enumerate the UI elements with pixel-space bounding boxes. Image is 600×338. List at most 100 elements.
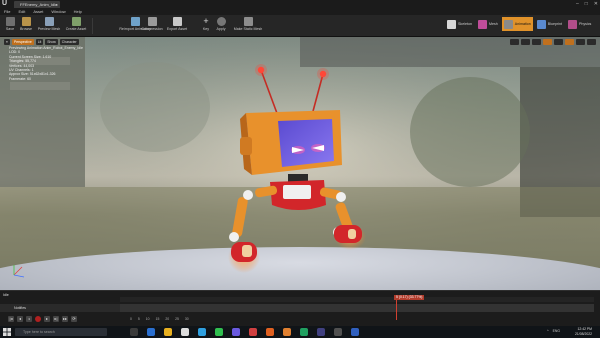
play-button[interactable]: ▸ [44, 316, 50, 322]
mode-blueprint[interactable]: Blueprint [535, 17, 564, 31]
create-asset-icon [71, 17, 81, 26]
plus-icon: + [203, 16, 209, 26]
save-icon [5, 17, 15, 26]
static-mesh-icon [243, 17, 253, 26]
app-icon[interactable] [283, 328, 291, 336]
mode-skeleton[interactable]: Skeleton [445, 17, 474, 31]
step-back-button[interactable]: ◂ [17, 316, 23, 322]
animation-timeline: Idle Notifies 5 (0.17) (33.77%) |◂ ◂ ◃ ▸… [0, 290, 600, 326]
animation-icon [503, 19, 513, 29]
asset-tab[interactable]: FFEnemy_Anim_Idle × [14, 1, 60, 8]
rotation-snap-icon[interactable] [554, 39, 563, 45]
character-button[interactable]: Character [59, 39, 79, 45]
skip-to-start-button[interactable]: |◂ [8, 316, 14, 322]
app-icon[interactable] [351, 328, 359, 336]
apply-button[interactable]: Apply [214, 16, 228, 36]
taskbar-clock[interactable]: 12:42 PM 21/08/2022 [575, 327, 592, 337]
mode-animation[interactable]: Animation [501, 17, 533, 31]
scale-icon[interactable] [532, 39, 541, 45]
app-icon[interactable] [317, 328, 325, 336]
edge-icon[interactable] [147, 328, 155, 336]
language-indicator[interactable]: ENG [553, 329, 560, 333]
playhead-line[interactable] [396, 300, 397, 320]
clock-date: 21/08/2022 [575, 332, 592, 336]
minimize-button[interactable]: – [576, 0, 579, 8]
notifies-track-header[interactable]: Notifies [0, 304, 120, 312]
windows-start-icon[interactable] [3, 328, 11, 336]
file-explorer-icon[interactable] [164, 328, 172, 336]
maximize-viewport-icon[interactable] [587, 39, 596, 45]
compression-button[interactable]: Compression [138, 16, 166, 36]
preview-viewport[interactable]: ≡ Perspective Lit Show Character Preview… [0, 37, 600, 290]
timeline-asset-label: Idle [3, 293, 9, 297]
taskbar-search-input[interactable]: Type here to search [15, 328, 107, 336]
export-icon [172, 17, 182, 26]
folder-icon [21, 17, 31, 26]
tray-overflow-icon[interactable]: ^ [547, 329, 549, 333]
make-static-mesh-button[interactable]: Make Static Mesh [228, 16, 268, 36]
mode-mesh[interactable]: Mesh [476, 17, 500, 31]
play-reverse-button[interactable]: ◃ [26, 316, 32, 322]
camera-speed-icon[interactable] [576, 39, 585, 45]
compression-icon [147, 17, 157, 26]
task-view-icon[interactable] [130, 328, 138, 336]
editor-mode-switcher: Skeleton Mesh Animation Blueprint Physic… [445, 17, 593, 31]
notifies-track[interactable] [120, 304, 594, 312]
close-icon[interactable]: × [56, 1, 58, 8]
taskbar-apps [130, 328, 359, 336]
menu-window[interactable]: Window [51, 8, 65, 15]
menu-asset[interactable]: Asset [33, 8, 43, 15]
time-marker: 10 [145, 317, 150, 321]
asset-tab-label: FFEnemy_Anim_Idle [20, 2, 58, 7]
timeline-ruler[interactable] [120, 297, 594, 302]
scale-snap-icon[interactable] [565, 39, 574, 45]
show-button[interactable]: Show [45, 39, 58, 45]
apply-icon [216, 17, 226, 26]
time-marker: 30 [184, 317, 189, 321]
export-asset-button[interactable]: Export Asset [163, 16, 191, 36]
grid-snap-icon[interactable] [543, 39, 552, 45]
transport-controls: |◂ ◂ ◃ ▸ ▸| ▸▸ ⟳ [8, 316, 77, 322]
viewport-options-button[interactable]: ≡ [4, 39, 10, 45]
preview-mesh-button[interactable]: Preview Mesh [36, 16, 62, 36]
time-marker: 25 [175, 317, 179, 321]
viewport-left-toolbar: ≡ Perspective Lit Show Character [4, 39, 79, 45]
discord-icon[interactable] [232, 328, 240, 336]
menu-edit[interactable]: Edit [18, 8, 25, 15]
app-icon[interactable] [249, 328, 257, 336]
unreal-engine-icon[interactable] [181, 328, 189, 336]
lit-button[interactable]: Lit [35, 39, 44, 45]
perspective-button[interactable]: Perspective [11, 39, 34, 45]
save-button[interactable]: Save [3, 16, 17, 36]
skip-to-end-button[interactable]: ▸▸ [62, 316, 68, 322]
time-marker: 0 [130, 317, 132, 321]
loop-button[interactable]: ⟳ [71, 316, 77, 322]
app-icon[interactable] [198, 328, 206, 336]
spotify-icon[interactable] [215, 328, 223, 336]
system-tray: ^ ENG [547, 329, 560, 333]
blueprint-icon [536, 19, 546, 29]
app-icon[interactable] [334, 328, 342, 336]
translate-icon[interactable] [510, 39, 519, 45]
menu-help[interactable]: Help [74, 8, 82, 15]
mesh-mode-icon [478, 19, 487, 29]
time-marker: 15 [155, 317, 160, 321]
close-window-button[interactable]: ✕ [594, 0, 598, 8]
title-bar: U FFEnemy_Anim_Idle × – □ ✕ [0, 0, 600, 8]
playhead-label[interactable]: 5 (0.17) (33.77%) [394, 295, 425, 300]
menu-file[interactable]: File [4, 8, 10, 15]
create-asset-button[interactable]: Create Asset [63, 16, 89, 36]
stats-line: Framerate: 60 [9, 76, 31, 81]
unreal-logo-icon: U [2, 0, 8, 7]
maximize-button[interactable]: □ [585, 0, 588, 8]
window-controls: – □ ✕ [576, 0, 598, 8]
record-button[interactable] [35, 316, 41, 322]
step-forward-button[interactable]: ▸| [53, 316, 59, 322]
browse-button[interactable]: Browse [18, 16, 34, 36]
app-icon[interactable] [300, 328, 308, 336]
app-icon[interactable] [266, 328, 274, 336]
key-button[interactable]: + Key [200, 16, 212, 36]
mode-physics[interactable]: Physics [566, 17, 593, 31]
menu-bar: File Edit Asset Window Help [0, 8, 600, 15]
rotate-icon[interactable] [521, 39, 530, 45]
